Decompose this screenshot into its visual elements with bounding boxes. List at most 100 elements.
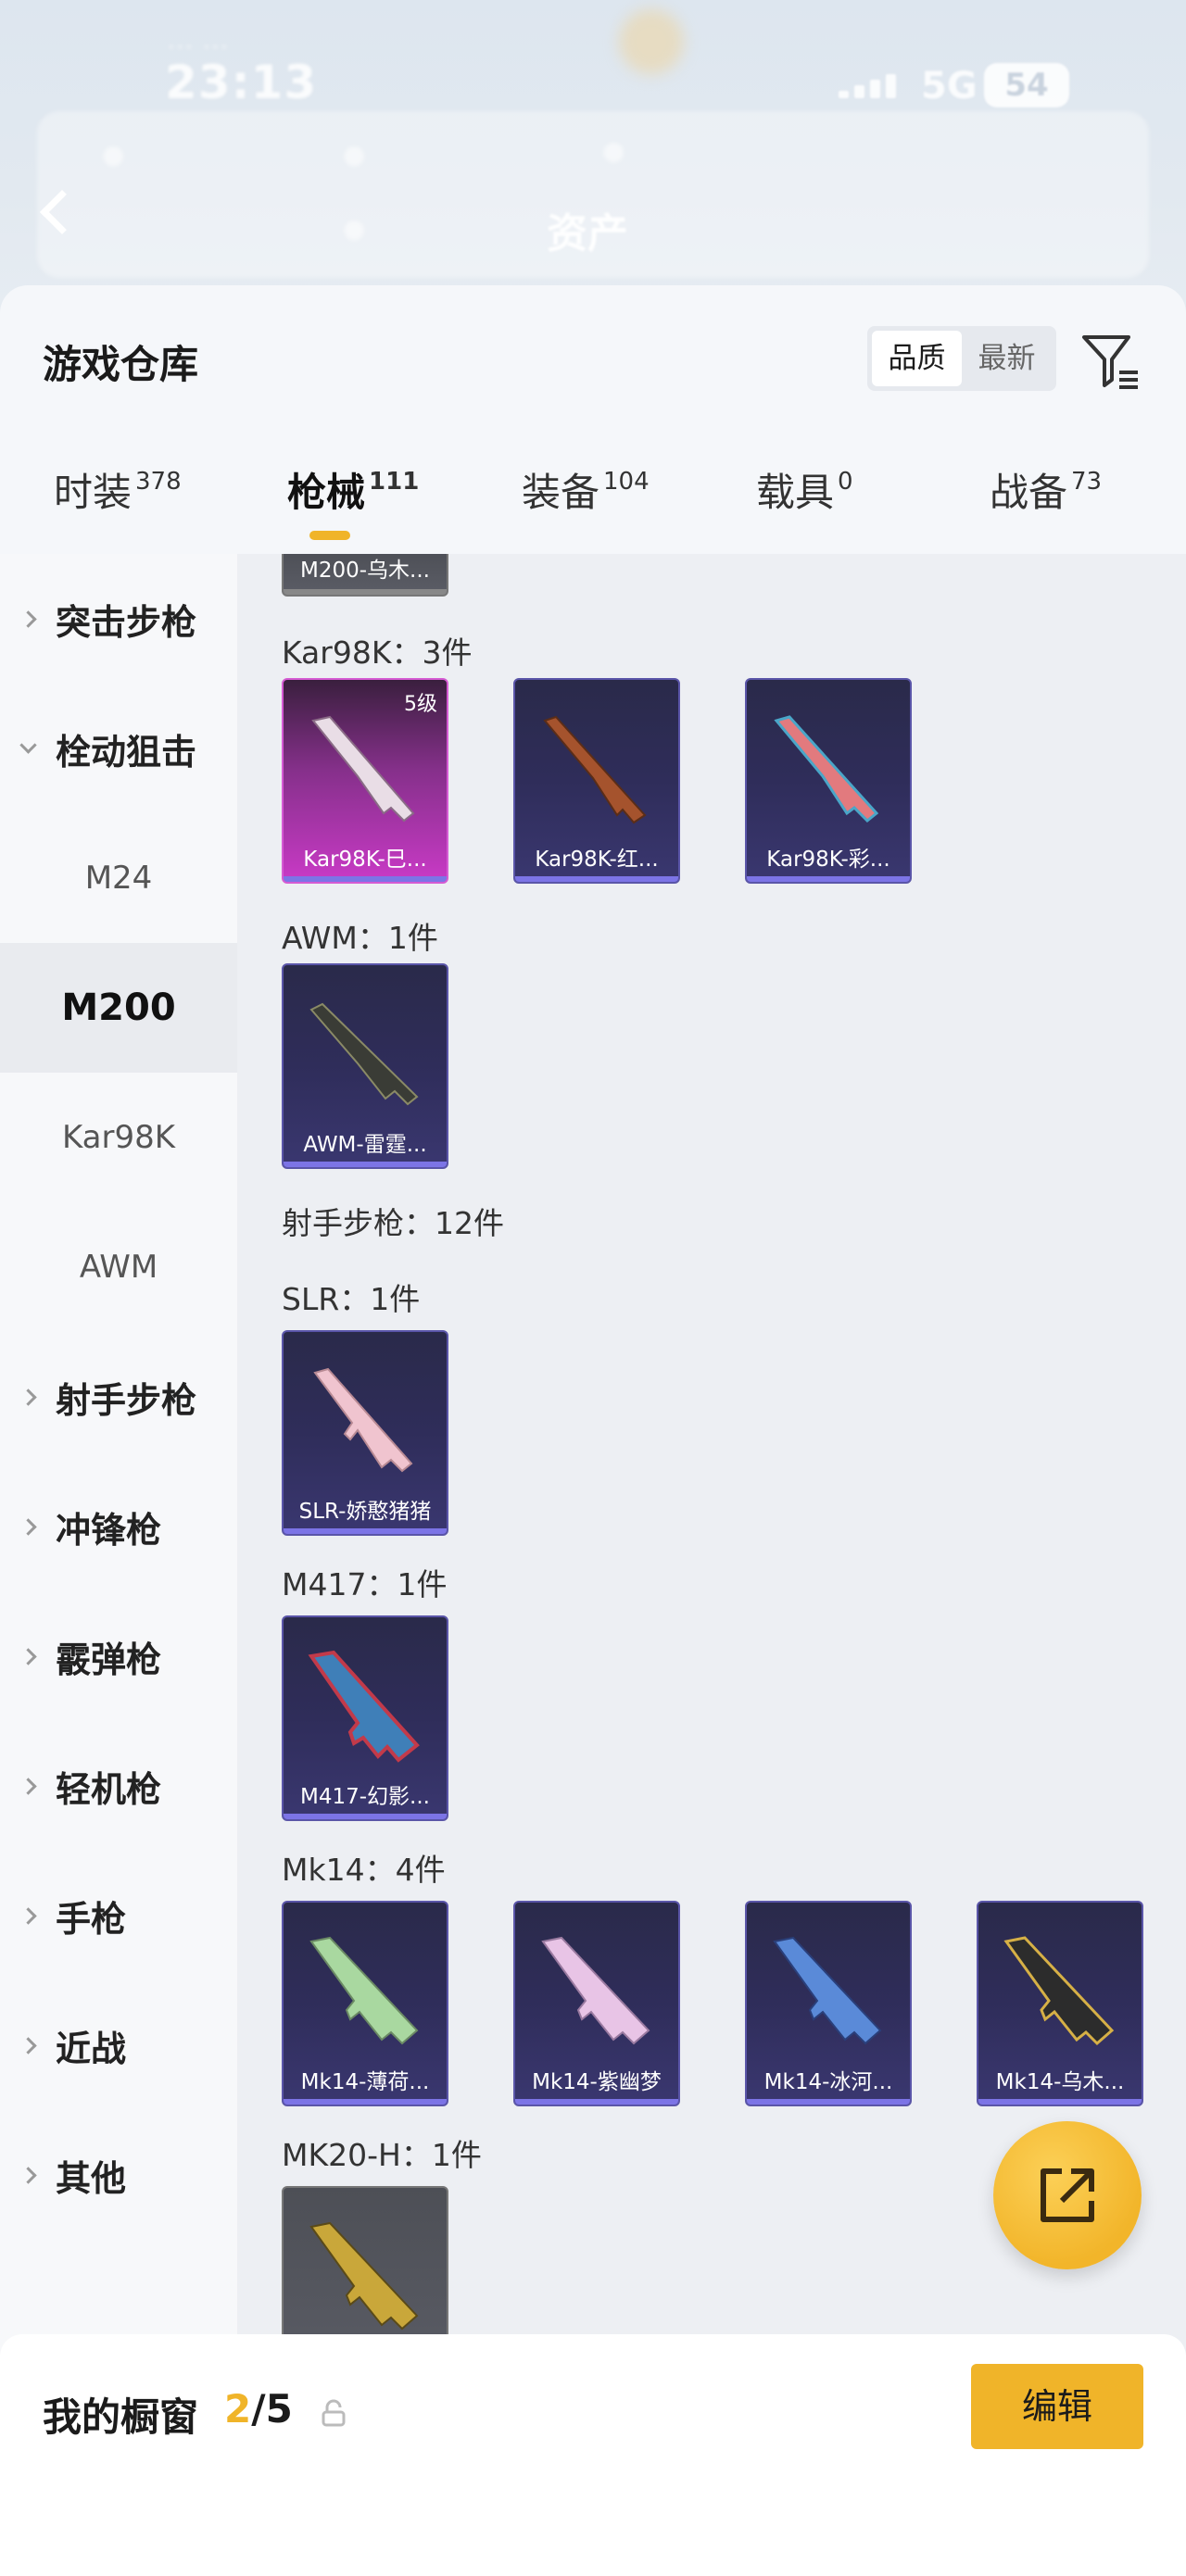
tab-count: 73 [1071,468,1103,496]
tab-label: 装备 [522,470,600,515]
weapon-card-name: M200-乌木... [300,559,430,583]
nav-label: 射手步枪 [56,1379,197,1421]
weapon-card[interactable]: Mk14-乌木... [977,1901,1143,2106]
header-ghost-1: ● [102,139,125,170]
nav-label: 手枪 [56,1898,127,1940]
nav-label: 霰弹枪 [56,1639,162,1680]
sort-toggle: 品质 最新 [867,326,1056,391]
showcase-current: 2 [224,2386,252,2431]
header-ghost-4: ● [343,213,366,244]
tab-firearms[interactable]: 枪械 111 [287,461,419,518]
weapon-card[interactable]: SLR-娇憨猪猪 [282,1330,448,1536]
weapon-grid: M200-乌木... Kar98K：3件 5级 Kar98K-巳... Kar9… [237,554,1186,2576]
chevron-right-icon [0,1647,56,1665]
weapon-card[interactable]: Mk14-薄荷... [282,1901,448,2106]
sort-quality-button[interactable]: 品质 [872,331,962,386]
nav-label: 冲锋枪 [56,1509,162,1551]
tab-equipment[interactable]: 装备 104 [522,461,650,518]
edit-button[interactable]: 编辑 [971,2364,1143,2449]
weapon-card-name: AWM-雷霆... [303,1133,427,1157]
nav-sub-m24[interactable]: M24 [0,813,237,943]
weapon-card-name: Mk14-薄荷... [300,2070,430,2094]
battery-icon: 54 [984,63,1069,107]
nav-label: 其他 [56,2157,127,2199]
lock-icon [322,2399,346,2427]
nav-marksman-rifles[interactable]: 射手步枪 [0,1332,237,1462]
weapon-card[interactable]: 5级 Kar98K-巳... [282,678,448,884]
showcase-count: 2/5 [224,2386,293,2431]
nav-shotguns[interactable]: 霰弹枪 [0,1591,237,1721]
group-label-slr: SLR：1件 [282,1281,421,1317]
filter-icon[interactable] [1080,332,1140,391]
nav-others[interactable]: 其他 [0,2110,237,2240]
weapon-category-nav: 突击步枪 栓动狙击 M24 M200 Kar98K AWM 射手步枪 冲锋枪 霰… [0,554,237,2576]
tab-vehicles[interactable]: 载具 0 [756,461,853,518]
nav-label: 栓动狙击 [56,731,197,773]
weapon-card[interactable]: Kar98K-红... [513,678,680,884]
rifle-image [774,715,879,823]
header-ghost-2: ● [343,139,366,170]
weapon-card-name: Mk14-冰河... [763,2070,893,2094]
showcase-total: /5 [251,2386,293,2431]
header-ghost-3: ● [602,135,625,166]
nav-bolt-action-snipers[interactable]: 栓动狙击 [0,684,237,813]
tab-label: 枪械 [287,470,366,515]
showcase-label: 我的橱窗 [43,2394,199,2440]
showcase-bar: 我的橱窗 2/5 编辑 [0,2334,1186,2576]
chevron-right-icon [0,1517,56,1536]
rifle-image [543,715,647,824]
nav-melee[interactable]: 近战 [0,1980,237,2110]
sheet-title: 游戏仓库 [43,342,199,387]
nav-lmgs[interactable]: 轻机枪 [0,1721,237,1851]
warehouse-sheet: 游戏仓库 品质 最新 时装 378 枪械 111 装备 104 载具 0 战备 73 突击… [0,285,1186,2576]
weapon-card-name: Kar98K-巳... [303,848,427,872]
chevron-right-icon [0,609,56,628]
group-label-mk20h: MK20-H：1件 [282,2137,482,2173]
weapon-card-name: Kar98K-红... [535,848,659,872]
blurred-header-backdrop: ··· ··· 23:13 5G 54 ● ● ● ● 资产 [0,0,1186,315]
tab-count: 104 [603,468,650,496]
rifle-image [308,1650,420,1763]
external-link-icon [1041,2168,1094,2222]
chevron-right-icon [0,2036,56,2055]
weapon-card-name: M417-幻影... [300,1785,430,1809]
nav-label: 轻机枪 [56,1768,162,1810]
tab-count: 111 [369,468,420,496]
weapon-card-name: Kar98K-彩... [766,848,890,872]
share-fab-button[interactable] [993,2121,1142,2269]
group-label-kar98k: Kar98K：3件 [282,635,473,671]
tab-count: 378 [135,468,182,496]
weapon-card[interactable]: Mk14-紫幽梦 [513,1901,680,2106]
chevron-right-icon [0,2166,56,2184]
nav-smgs[interactable]: 冲锋枪 [0,1462,237,1591]
tab-supplies[interactable]: 战备 73 [990,461,1102,518]
tab-label: 载具 [756,470,835,515]
rifle-image [309,2221,419,2331]
active-tab-indicator [309,531,350,540]
weapon-card[interactable]: M417-幻影... [282,1615,448,1821]
network-type: 5G [921,65,978,107]
rifle-image [541,1936,650,2045]
weapon-card[interactable]: Kar98K-彩... [745,678,912,884]
nav-assault-rifles[interactable]: 突击步枪 [0,554,237,684]
nav-sub-awm[interactable]: AWM [0,1202,237,1332]
weapon-card[interactable]: Mk14-冰河... [745,1901,912,2106]
weapon-card-m200[interactable]: M200-乌木... [282,554,448,597]
nav-label: 突击步枪 [56,601,197,643]
weapon-card[interactable]: AWM-雷霆... [282,963,448,1169]
group-label-awm: AWM：1件 [282,920,438,956]
sort-newest-button[interactable]: 最新 [962,331,1052,386]
rifle-image [773,1936,882,2045]
group-label-mk14: Mk14：4件 [282,1852,446,1888]
rifle-image [309,1936,419,2045]
rifle-image [311,715,415,823]
nav-sub-m200[interactable]: M200 [0,943,237,1073]
tab-fashion[interactable]: 时装 378 [54,461,182,518]
weapon-card-name: SLR-娇憨猪猪 [298,1500,432,1524]
status-time: 23:13 [165,56,318,109]
tab-label: 时装 [54,470,132,515]
nav-sub-kar98k[interactable]: Kar98K [0,1073,237,1202]
chevron-down-icon [0,735,56,754]
nav-pistols[interactable]: 手枪 [0,1851,237,1980]
category-tabs: 时装 378 枪械 111 装备 104 载具 0 战备 73 [0,461,1186,554]
